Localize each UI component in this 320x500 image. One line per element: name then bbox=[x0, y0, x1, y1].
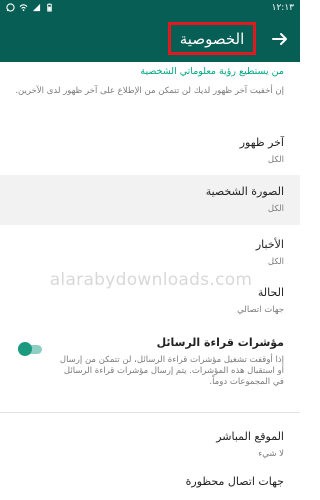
wifi-icon bbox=[19, 3, 28, 12]
setting-live-location[interactable]: الموقع المباشر لا شيء bbox=[0, 422, 300, 468]
page-title-highlight: الخصوصية bbox=[168, 22, 256, 55]
setting-value: لا شيء bbox=[258, 449, 284, 459]
battery-icon bbox=[45, 3, 54, 12]
setting-label: الصورة الشخصية bbox=[205, 185, 284, 198]
setting-label: جهات اتصال محظورة bbox=[185, 475, 284, 488]
app-bar: الخصوصية bbox=[0, 18, 300, 62]
setting-about[interactable]: الأخبار الكل bbox=[0, 228, 300, 278]
page-title: الخصوصية bbox=[179, 29, 245, 48]
privacy-settings: من يستطيع رؤية معلوماتي الشخصية إن أخفيت… bbox=[0, 62, 300, 500]
divider bbox=[0, 412, 300, 413]
setting-blocked-contacts[interactable]: جهات اتصال محظورة bbox=[0, 467, 300, 500]
setting-value: جهات اتصالي bbox=[237, 305, 284, 315]
setting-label: الموقع المباشر bbox=[216, 430, 284, 443]
read-receipts-toggle[interactable] bbox=[18, 342, 44, 356]
section-description: إن أخفيت آخر ظهور لديك لن تتمكن من الإطل… bbox=[15, 86, 284, 96]
toggle-thumb bbox=[18, 342, 32, 356]
setting-label: مؤشرات قراءة الرسائل bbox=[156, 336, 284, 349]
setting-value: الكل bbox=[267, 204, 284, 214]
arrow-icon bbox=[272, 31, 288, 50]
status-bar: ١٢:١٣ bbox=[0, 0, 300, 18]
setting-value: الكل bbox=[267, 257, 284, 267]
setting-label: آخر ظهور bbox=[239, 136, 284, 149]
setting-label: الحالة bbox=[257, 286, 284, 299]
signal-icon bbox=[32, 3, 41, 12]
setting-profile-photo[interactable]: الصورة الشخصية الكل bbox=[0, 175, 300, 225]
setting-value: الكل bbox=[267, 155, 284, 165]
back-button[interactable] bbox=[268, 28, 292, 52]
whatsapp-icon bbox=[6, 3, 15, 12]
setting-description: إذا أوقفت تشغيل مؤشرات قراءة الرسائل، لن… bbox=[59, 355, 284, 387]
setting-label: الأخبار bbox=[255, 238, 284, 251]
status-time: ١٢:١٣ bbox=[271, 3, 294, 13]
setting-read-receipts[interactable]: مؤشرات قراءة الرسائل إذا أوقفت تشغيل مؤش… bbox=[0, 328, 300, 410]
section-header: من يستطيع رؤية معلوماتي الشخصية bbox=[140, 66, 284, 77]
setting-last-seen[interactable]: آخر ظهور الكل bbox=[0, 126, 300, 176]
setting-status[interactable]: الحالة جهات اتصالي bbox=[0, 276, 300, 326]
